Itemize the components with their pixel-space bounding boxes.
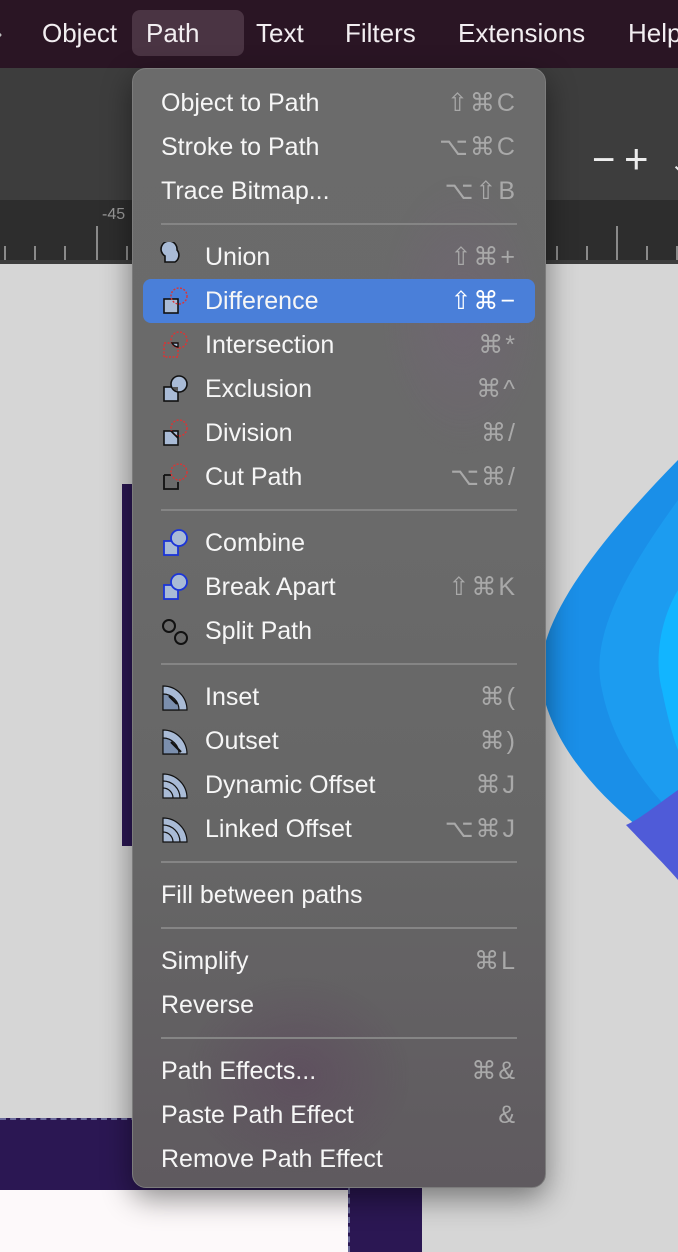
menu-item-combine[interactable]: Combine [143, 521, 535, 565]
menu-item-label: Difference [205, 287, 319, 315]
menu-item-union[interactable]: Union ⇧⌘+ [143, 235, 535, 279]
split-path-icon [162, 619, 188, 645]
menu-item-shortcut: ⌘L [474, 947, 517, 975]
menu-item-label: Dynamic Offset [205, 771, 376, 799]
menu-item-shortcut: ⇧⌘C [446, 89, 517, 117]
menu-item-outset[interactable]: Outset ⌘) [143, 719, 535, 763]
union-icon [160, 242, 180, 263]
menu-item-label: Object to Path [161, 89, 320, 117]
menu-item-label: Outset [205, 727, 279, 755]
menu-bar: › Object Path Text Filters Extensions He… [0, 0, 678, 68]
menu-item-label: Trace Bitmap... [161, 177, 330, 205]
menu-item-division[interactable]: Division ⌘/ [143, 411, 535, 455]
zoom-in-icon[interactable]: + [624, 138, 649, 180]
menu-item-split-path[interactable]: Split Path [143, 609, 535, 653]
menu-item-label: Break Apart [205, 573, 336, 601]
cut-path-icon [163, 463, 188, 490]
menu-item-label: Simplify [161, 947, 249, 975]
menu-item-label: Linked Offset [205, 815, 352, 843]
menu-item-shortcut: ⇧⌘K [448, 573, 517, 601]
menu-item-shortcut: ⌘& [471, 1057, 517, 1085]
menu-item-label: Combine [205, 529, 306, 557]
menu-item-shortcut: ⇧⌘− [450, 287, 517, 315]
menu-item-shortcut: ⌘* [478, 331, 517, 359]
menu-item-simplify[interactable]: Simplify ⌘L [143, 939, 535, 983]
outset-icon [162, 729, 188, 755]
menu-item-shortcut: ⌘J [475, 771, 517, 799]
canvas-shape-stem[interactable] [348, 1188, 422, 1252]
menu-path[interactable]: Path [132, 10, 244, 56]
menu-separator [161, 663, 517, 665]
ruler-label: -45 [102, 206, 126, 223]
menu-item-label: Intersection [205, 331, 335, 359]
menu-separator [161, 223, 517, 225]
menu-separator [161, 861, 517, 863]
menu-item-label: Fill between paths [161, 881, 363, 909]
menu-item-label: Stroke to Path [161, 133, 320, 161]
menu-item-label: Inset [205, 683, 260, 711]
menu-bar-overflow-glyph: › [0, 10, 3, 56]
menu-object[interactable]: Object [28, 10, 131, 56]
inset-icon [162, 685, 188, 711]
menu-filters[interactable]: Filters [331, 10, 430, 56]
menu-item-label: Union [205, 243, 271, 271]
canvas-shape-blue-leaf[interactable] [530, 440, 678, 880]
break-apart-icon [163, 573, 188, 600]
menu-item-label: Division [205, 419, 293, 447]
linked-offset-icon [162, 817, 188, 843]
menu-item-inset[interactable]: Inset ⌘( [143, 675, 535, 719]
menu-item-trace-bitmap[interactable]: Trace Bitmap... ⌥⇧B [143, 169, 535, 213]
zoom-out-icon[interactable]: − [592, 140, 615, 180]
menu-item-break-apart[interactable]: Break Apart ⇧⌘K [143, 565, 535, 609]
menu-item-shortcut: ⌘) [479, 727, 517, 755]
menu-item-label: Paste Path Effect [161, 1101, 354, 1129]
menu-item-label: Split Path [205, 617, 313, 645]
dynamic-offset-icon [162, 773, 188, 799]
path-dropdown-menu: Object to Path ⇧⌘C Stroke to Path ⌥⌘C Trace … [132, 68, 546, 1188]
menu-extensions[interactable]: Extensions [444, 10, 599, 56]
menu-separator [161, 509, 517, 511]
combine-icon [163, 529, 188, 556]
chevron-down-icon[interactable]: ⌄ [670, 150, 678, 179]
menu-item-paste-path-effect[interactable]: Paste Path Effect & [143, 1093, 535, 1137]
menu-item-dynamic-offset[interactable]: Dynamic Offset ⌘J [143, 763, 535, 807]
menu-item-label: Cut Path [205, 463, 303, 491]
canvas-white-area [0, 1190, 348, 1252]
menu-item-shortcut: ⌥⌘C [439, 133, 517, 161]
difference-icon [163, 287, 188, 314]
menu-item-shortcut: & [498, 1101, 517, 1129]
menu-item-reverse[interactable]: Reverse [143, 983, 535, 1027]
menu-item-shortcut: ⌥⇧B [444, 177, 517, 205]
menu-item-difference[interactable]: Difference ⇧⌘− [143, 279, 535, 323]
menu-item-shortcut: ⌘^ [476, 375, 517, 403]
menu-item-exclusion[interactable]: Exclusion ⌘^ [143, 367, 535, 411]
menu-item-remove-path-effect[interactable]: Remove Path Effect [143, 1137, 535, 1181]
division-icon [163, 419, 188, 446]
menu-item-path-effects[interactable]: Path Effects... ⌘& [143, 1049, 535, 1093]
intersection-icon [163, 331, 188, 358]
menu-item-label: Reverse [161, 991, 255, 1019]
menu-item-label: Exclusion [205, 375, 312, 403]
menu-item-object-to-path[interactable]: Object to Path ⇧⌘C [143, 81, 535, 125]
menu-item-shortcut: ⌘( [479, 683, 517, 711]
menu-item-shortcut: ⌥⌘J [444, 815, 517, 843]
menu-item-shortcut: ⇧⌘+ [450, 243, 517, 271]
menu-item-shortcut: ⌘/ [481, 419, 517, 447]
menu-separator [161, 927, 517, 929]
menu-text[interactable]: Text [242, 10, 318, 56]
exclusion-icon [163, 375, 188, 402]
menu-separator [161, 1037, 517, 1039]
menu-item-linked-offset[interactable]: Linked Offset ⌥⌘J [143, 807, 535, 851]
menu-item-label: Remove Path Effect [161, 1145, 383, 1173]
menu-item-shortcut: ⌥⌘/ [450, 463, 517, 491]
menu-item-cut-path[interactable]: Cut Path ⌥⌘/ [143, 455, 535, 499]
menu-item-label: Path Effects... [161, 1057, 317, 1085]
menu-help[interactable]: Help [614, 10, 678, 56]
menu-item-intersection[interactable]: Intersection ⌘* [143, 323, 535, 367]
menu-item-fill-between-paths[interactable]: Fill between paths [143, 873, 535, 917]
menu-item-stroke-to-path[interactable]: Stroke to Path ⌥⌘C [143, 125, 535, 169]
